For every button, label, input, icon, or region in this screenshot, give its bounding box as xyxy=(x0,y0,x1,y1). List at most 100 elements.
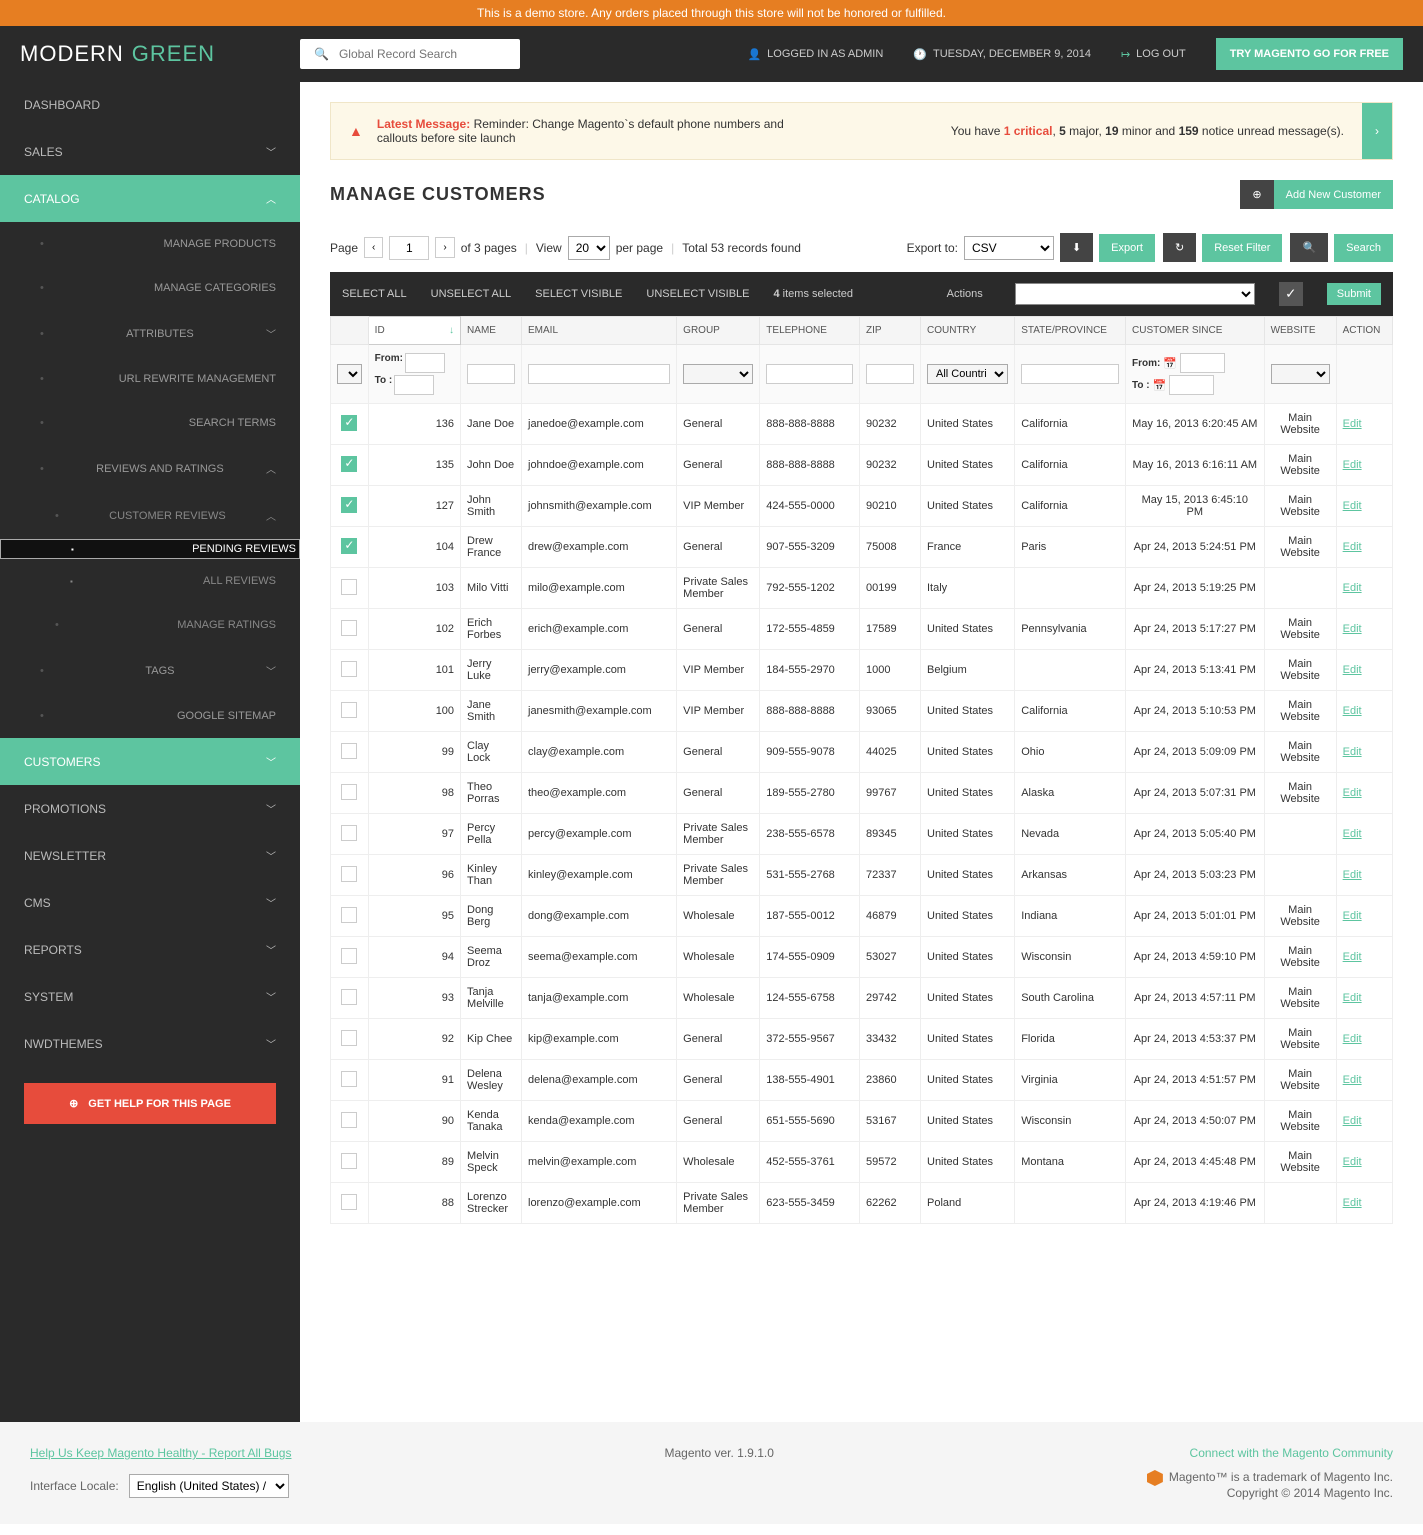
table-row[interactable]: 100Jane Smithjanesmith@example.comVIP Me… xyxy=(331,691,1393,732)
row-checkbox[interactable] xyxy=(341,579,357,595)
calendar-icon[interactable]: 📅 xyxy=(1163,357,1177,370)
row-checkbox[interactable] xyxy=(341,866,357,882)
table-row[interactable]: 89Melvin Speckmelvin@example.comWholesal… xyxy=(331,1142,1393,1183)
connect-community-link[interactable]: Connect with the Magento Community xyxy=(1190,1446,1393,1460)
table-row[interactable]: 90Kenda Tanakakenda@example.comGeneral65… xyxy=(331,1101,1393,1142)
unselect-visible-link[interactable]: UNSELECT VISIBLE xyxy=(646,288,749,300)
col-website[interactable]: WEBSITE xyxy=(1264,317,1336,345)
row-checkbox[interactable] xyxy=(341,1153,357,1169)
filter-any-select[interactable]: Any xyxy=(337,364,362,384)
table-row[interactable]: 135John Doejohndoe@example.comGeneral888… xyxy=(331,445,1393,486)
edit-link[interactable]: Edit xyxy=(1343,459,1362,471)
row-checkbox[interactable] xyxy=(341,702,357,718)
filter-since-to[interactable] xyxy=(1169,375,1214,395)
nav-manage-ratings[interactable]: MANAGE RATINGS xyxy=(0,603,300,647)
col-id[interactable]: ID↓ xyxy=(368,317,460,345)
filter-telephone[interactable] xyxy=(766,364,853,384)
row-checkbox[interactable] xyxy=(341,948,357,964)
edit-link[interactable]: Edit xyxy=(1343,705,1362,717)
filter-id-to[interactable] xyxy=(394,375,434,395)
edit-link[interactable]: Edit xyxy=(1343,1197,1362,1209)
col-email[interactable]: EMAIL xyxy=(522,317,677,345)
filter-zip[interactable] xyxy=(866,364,914,384)
filter-website-select[interactable] xyxy=(1271,364,1330,384)
edit-link[interactable]: Edit xyxy=(1343,541,1362,553)
row-checkbox[interactable] xyxy=(341,907,357,923)
col-state[interactable]: STATE/PROVINCE xyxy=(1015,317,1126,345)
nav-cms[interactable]: CMS﹀ xyxy=(0,879,300,926)
nav-customers[interactable]: CUSTOMERS﹀ xyxy=(0,738,300,785)
prev-page-button[interactable]: ‹ xyxy=(364,237,383,258)
table-row[interactable]: 103Milo Vittimilo@example.comPrivate Sal… xyxy=(331,568,1393,609)
nav-google-sitemap[interactable]: GOOGLE SITEMAP xyxy=(0,694,300,738)
edit-link[interactable]: Edit xyxy=(1343,992,1362,1004)
row-checkbox[interactable] xyxy=(341,538,357,554)
edit-link[interactable]: Edit xyxy=(1343,787,1362,799)
table-row[interactable]: 91Delena Wesleydelena@example.comGeneral… xyxy=(331,1060,1393,1101)
edit-link[interactable]: Edit xyxy=(1343,664,1362,676)
row-checkbox[interactable] xyxy=(341,497,357,513)
edit-link[interactable]: Edit xyxy=(1343,418,1362,430)
nav-search-terms[interactable]: SEARCH TERMS xyxy=(0,401,300,445)
per-page-select[interactable]: 20 xyxy=(568,236,610,260)
edit-link[interactable]: Edit xyxy=(1343,1115,1362,1127)
filter-group-select[interactable] xyxy=(683,364,753,384)
nav-system[interactable]: SYSTEM﹀ xyxy=(0,973,300,1020)
reset-filter-button[interactable]: Reset Filter xyxy=(1202,234,1282,262)
nav-reports[interactable]: REPORTS﹀ xyxy=(0,926,300,973)
edit-link[interactable]: Edit xyxy=(1343,500,1362,512)
table-row[interactable]: 99Clay Lockclay@example.comGeneral909-55… xyxy=(331,732,1393,773)
nav-all-reviews[interactable]: ALL REVIEWS xyxy=(0,559,300,603)
row-checkbox[interactable] xyxy=(341,1071,357,1087)
col-group[interactable]: GROUP xyxy=(677,317,760,345)
export-button[interactable]: Export xyxy=(1099,234,1155,262)
row-checkbox[interactable] xyxy=(341,661,357,677)
actions-confirm-button[interactable]: ✓ xyxy=(1279,282,1303,306)
export-icon-button[interactable]: ⬇ xyxy=(1060,233,1093,262)
unselect-all-link[interactable]: UNSELECT ALL xyxy=(431,288,512,300)
calendar-icon[interactable]: 📅 xyxy=(1153,379,1167,392)
row-checkbox[interactable] xyxy=(341,1112,357,1128)
actions-select[interactable] xyxy=(1015,283,1255,305)
table-row[interactable]: 97Percy Pellapercy@example.comPrivate Sa… xyxy=(331,814,1393,855)
row-checkbox[interactable] xyxy=(341,456,357,472)
edit-link[interactable]: Edit xyxy=(1343,1033,1362,1045)
filter-email[interactable] xyxy=(528,364,670,384)
add-customer-button[interactable]: Add New Customer xyxy=(1274,180,1393,209)
table-row[interactable]: 136Jane Doejanedoe@example.comGeneral888… xyxy=(331,404,1393,445)
nav-manage-categories[interactable]: MANAGE CATEGORIES xyxy=(0,266,300,310)
nav-manage-products[interactable]: MANAGE PRODUCTS xyxy=(0,222,300,266)
nav-pending-reviews[interactable]: PENDING REVIEWS xyxy=(0,539,300,559)
table-row[interactable]: 102Erich Forbeserich@example.comGeneral1… xyxy=(331,609,1393,650)
table-row[interactable]: 94Seema Drozseema@example.comWholesale17… xyxy=(331,937,1393,978)
alert-go-button[interactable]: › xyxy=(1362,103,1392,159)
nav-attributes[interactable]: ATTRIBUTES﹀ xyxy=(0,310,300,357)
row-checkbox[interactable] xyxy=(341,1194,357,1210)
nav-tags[interactable]: TAGS﹀ xyxy=(0,647,300,694)
edit-link[interactable]: Edit xyxy=(1343,869,1362,881)
table-row[interactable]: 96Kinley Thankinley@example.comPrivate S… xyxy=(331,855,1393,896)
nav-customer-reviews[interactable]: CUSTOMER REVIEWS︿ xyxy=(0,492,300,539)
table-row[interactable]: 93Tanja Melvilletanja@example.comWholesa… xyxy=(331,978,1393,1019)
col-country[interactable]: COUNTRY xyxy=(921,317,1015,345)
edit-link[interactable]: Edit xyxy=(1343,951,1362,963)
table-row[interactable]: 88Lorenzo Streckerlorenzo@example.comPri… xyxy=(331,1183,1393,1224)
edit-link[interactable]: Edit xyxy=(1343,746,1362,758)
col-telephone[interactable]: TELEPHONE xyxy=(760,317,860,345)
search-icon-button[interactable]: 🔍 xyxy=(1290,233,1328,262)
nav-url-rewrite[interactable]: URL REWRITE MANAGEMENT xyxy=(0,357,300,401)
filter-since-from[interactable] xyxy=(1180,353,1225,373)
edit-link[interactable]: Edit xyxy=(1343,828,1362,840)
row-checkbox[interactable] xyxy=(341,743,357,759)
nav-nwdthemes[interactable]: NWDTHEMES﹀ xyxy=(0,1020,300,1067)
table-row[interactable]: 127John Smithjohnsmith@example.comVIP Me… xyxy=(331,486,1393,527)
nav-reviews-ratings[interactable]: REVIEWS AND RATINGS︿ xyxy=(0,445,300,492)
nav-newsletter[interactable]: NEWSLETTER﹀ xyxy=(0,832,300,879)
row-checkbox[interactable] xyxy=(341,784,357,800)
add-customer-icon-button[interactable]: ⊕ xyxy=(1240,180,1273,209)
edit-link[interactable]: Edit xyxy=(1343,623,1362,635)
filter-country-select[interactable]: All Countries xyxy=(927,364,1008,384)
nav-promotions[interactable]: PROMOTIONS﹀ xyxy=(0,785,300,832)
row-checkbox[interactable] xyxy=(341,989,357,1005)
filter-state[interactable] xyxy=(1021,364,1119,384)
